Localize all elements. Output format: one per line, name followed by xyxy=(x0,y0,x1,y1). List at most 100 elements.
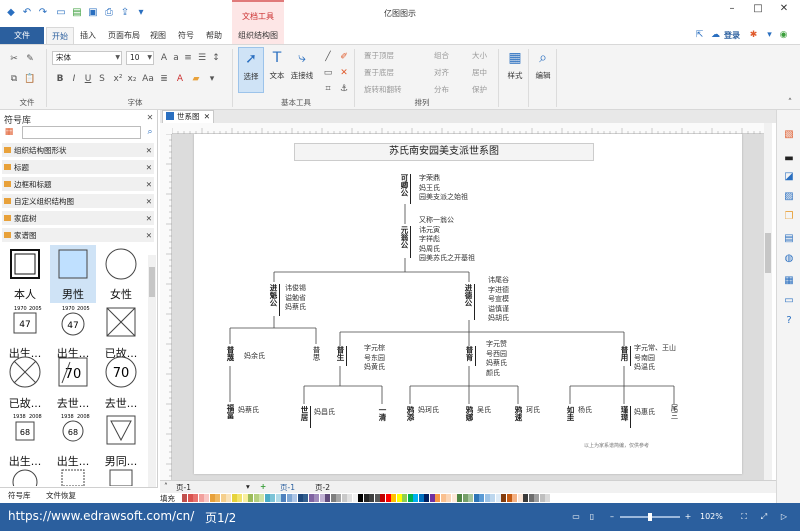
font-grow-icon[interactable]: A xyxy=(158,52,170,64)
tab-symbol-library[interactable]: 符号库 xyxy=(8,490,31,501)
new-icon[interactable]: ▭ xyxy=(54,5,68,19)
page-selector[interactable]: 页-1 xyxy=(176,482,191,493)
color-swatch[interactable] xyxy=(435,494,440,502)
align-button[interactable]: 对齐 xyxy=(434,67,449,78)
color-swatch[interactable] xyxy=(462,494,468,502)
rectangle-tool-icon[interactable]: ▭ xyxy=(322,67,334,79)
present-icon[interactable]: ▷ xyxy=(778,512,790,522)
print-icon[interactable]: ⎙ xyxy=(102,5,116,19)
tab-symbols[interactable]: 符号 xyxy=(174,27,198,44)
add-page-icon[interactable]: + xyxy=(260,482,266,491)
color-swatch[interactable] xyxy=(193,494,198,502)
line-icon[interactable]: ▬ xyxy=(782,152,796,166)
size-button[interactable]: 大小 xyxy=(472,50,487,61)
status-url[interactable]: https://www.edrawsoft.com/cn/ xyxy=(8,509,194,523)
page-tab-1[interactable]: 页-1 xyxy=(280,482,295,493)
color-swatch[interactable] xyxy=(231,494,237,502)
shape-died-female[interactable]: 70 去世... xyxy=(98,354,144,412)
italic-icon[interactable]: I xyxy=(68,73,80,85)
color-swatch[interactable] xyxy=(330,494,336,502)
color-swatch[interactable] xyxy=(336,494,341,502)
pen-tool-icon[interactable]: ✐ xyxy=(338,51,350,63)
customize-qat-icon[interactable]: ▾ xyxy=(134,5,148,19)
color-swatch[interactable] xyxy=(220,494,226,502)
color-swatch[interactable] xyxy=(215,494,220,502)
color-swatch[interactable] xyxy=(451,494,457,502)
person-name[interactable]: 瑾璋 xyxy=(619,406,630,421)
shadow-icon[interactable]: ◪ xyxy=(782,170,796,184)
maximize-button[interactable]: □ xyxy=(748,3,768,19)
shape-partial[interactable] xyxy=(2,464,48,495)
shape-partial[interactable] xyxy=(98,464,144,487)
color-swatch[interactable] xyxy=(286,494,292,502)
close-icon[interactable]: ✕ xyxy=(146,177,152,192)
color-swatch[interactable] xyxy=(545,494,550,502)
person-name[interactable]: 进魁公 xyxy=(268,284,279,307)
diagram-page[interactable]: 苏氏南安园美支派世系图 可卿公 字荣鼎 妈王氏 园美支派之始祖 元翁公 又称一翁… xyxy=(194,134,742,474)
comment-icon[interactable]: ▭ xyxy=(782,294,796,308)
color-swatch[interactable] xyxy=(352,494,358,502)
tab-insert[interactable]: 插入 xyxy=(76,27,100,44)
color-swatch[interactable] xyxy=(385,494,391,502)
paste-icon[interactable]: 📋 xyxy=(24,73,36,85)
person-name[interactable]: 尾三 xyxy=(669,404,680,419)
library-search-input[interactable] xyxy=(22,126,141,139)
color-swatch[interactable] xyxy=(407,494,413,502)
color-swatch[interactable] xyxy=(446,494,451,502)
person-name[interactable]: 普生 xyxy=(335,346,346,361)
shape-partial[interactable] xyxy=(50,464,96,487)
cloud-icon[interactable]: ☁ xyxy=(710,30,721,41)
shape-died[interactable]: 70 去世... xyxy=(50,354,96,412)
scroll-thumb[interactable] xyxy=(765,233,771,273)
edit-button[interactable]: ⌕ 编辑 xyxy=(530,47,556,93)
font-size-combo[interactable]: 10 ▼ xyxy=(126,51,154,65)
color-swatch[interactable] xyxy=(506,494,512,502)
library-scrollbar[interactable] xyxy=(148,255,156,487)
color-swatch[interactable] xyxy=(550,494,556,502)
theme-icon[interactable]: ◉ xyxy=(778,30,789,41)
color-swatch[interactable] xyxy=(479,494,484,502)
text-button[interactable]: T 文本 xyxy=(264,47,290,93)
crop-tool-icon[interactable]: ⌗ xyxy=(322,83,334,95)
diagram-title[interactable]: 苏氏南安园美支派世系图 xyxy=(294,143,594,161)
person-name[interactable]: 普用 xyxy=(619,346,630,361)
fullscreen-icon[interactable]: ⤢ xyxy=(758,512,770,522)
shape-male-homosexual[interactable]: 男同... xyxy=(98,412,144,470)
color-swatch[interactable] xyxy=(319,494,325,502)
color-swatch[interactable] xyxy=(534,494,539,502)
underline-icon[interactable]: U xyxy=(82,73,94,85)
shape-birth-4[interactable]: 68 1938 2008 出生... xyxy=(50,412,96,470)
library-category[interactable]: 家庭树 ✕ xyxy=(2,211,154,226)
export-icon[interactable]: ⇪ xyxy=(118,5,132,19)
protect-button[interactable]: 保护 xyxy=(472,84,487,95)
shape-deceased-female[interactable]: 已故... xyxy=(2,354,48,412)
color-swatch[interactable] xyxy=(237,494,242,502)
tab-view[interactable]: 视图 xyxy=(146,27,170,44)
close-icon[interactable]: ✕ xyxy=(146,194,152,209)
help-icon[interactable]: ? xyxy=(782,314,796,328)
color-swatch[interactable] xyxy=(341,494,347,502)
color-swatch[interactable] xyxy=(501,494,506,502)
color-swatch[interactable] xyxy=(358,494,363,502)
rotate-flip-button[interactable]: 旋转和翻转 xyxy=(364,84,402,95)
color-swatch[interactable] xyxy=(517,494,523,502)
color-swatch[interactable] xyxy=(396,494,402,502)
color-swatch[interactable] xyxy=(402,494,407,502)
color-swatch[interactable] xyxy=(363,494,369,502)
library-category[interactable]: 组织结构图形状 ✕ xyxy=(2,143,154,158)
person-name[interactable]: 元翁公 xyxy=(399,226,410,249)
person-name[interactable]: 一清 xyxy=(377,406,388,421)
person-name[interactable]: 普蔑 xyxy=(225,346,236,361)
color-swatch[interactable] xyxy=(369,494,374,502)
fit-width-icon[interactable]: ▯ xyxy=(586,512,598,522)
shape-female[interactable]: 女性 xyxy=(98,245,144,303)
color-swatch[interactable] xyxy=(473,494,479,502)
text-case-icon[interactable]: Aa xyxy=(142,73,154,85)
fill-icon[interactable]: ▧ xyxy=(782,128,796,142)
shape-self[interactable]: 本人 xyxy=(2,245,48,303)
color-swatch[interactable] xyxy=(308,494,314,502)
person-name[interactable]: 世居 xyxy=(299,406,310,421)
close-icon[interactable]: ✕ xyxy=(146,211,152,226)
shape-male[interactable]: 男性 xyxy=(50,245,96,303)
bold-icon[interactable]: B xyxy=(54,73,66,85)
